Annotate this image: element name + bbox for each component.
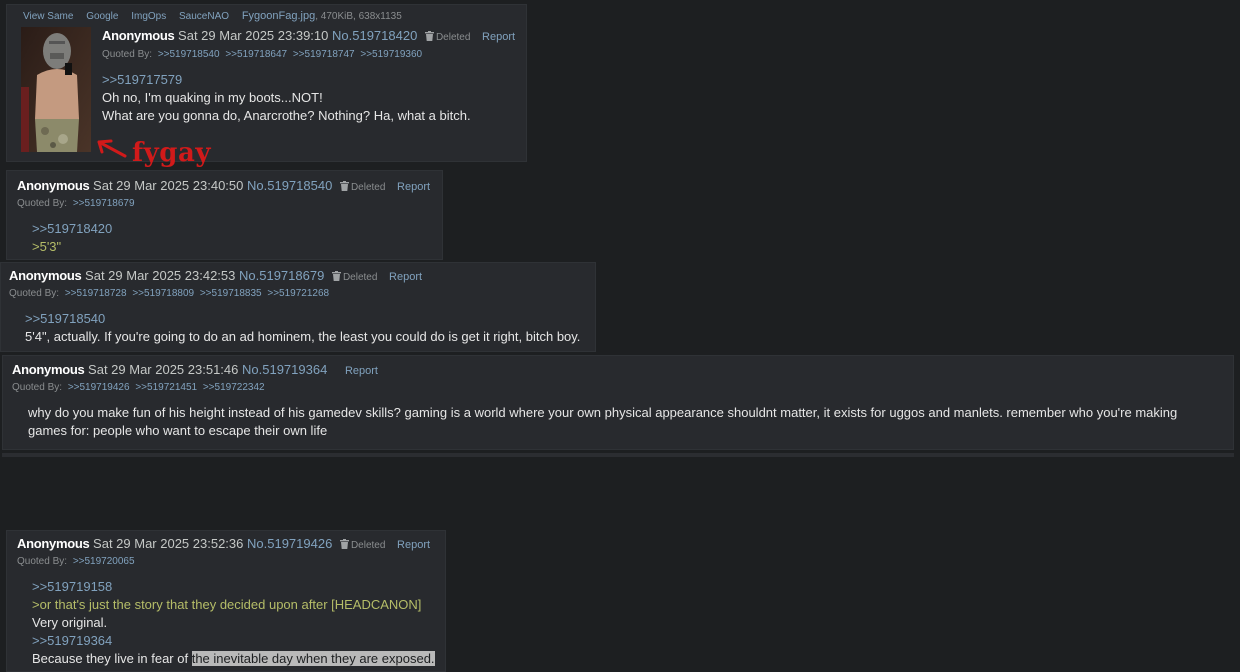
post-date: Sat 29 Mar 2025 23:52:36 bbox=[93, 536, 244, 551]
quoted-by-label: Quoted By: bbox=[17, 556, 68, 567]
post-number-link[interactable]: No.519719364 bbox=[242, 362, 327, 377]
quoted-by-label: Quoted By: bbox=[102, 49, 153, 60]
backlink[interactable]: >>519718728 bbox=[65, 288, 127, 299]
report-link[interactable]: Report bbox=[482, 31, 515, 43]
quoted-by-label: Quoted By: bbox=[17, 198, 68, 209]
post-519719426: Anonymous Sat 29 Mar 2025 23:52:36 No.51… bbox=[6, 530, 446, 672]
deleted-label: Deleted bbox=[342, 272, 378, 283]
deleted-label: Deleted bbox=[350, 182, 386, 193]
report-link[interactable]: Report bbox=[345, 365, 378, 377]
message-line: games for: people who want to escape the… bbox=[28, 423, 328, 438]
post-thumbnail[interactable] bbox=[21, 27, 91, 152]
deleted-badge: Deleted bbox=[339, 539, 386, 551]
saucenao-link[interactable]: SauceNAO bbox=[179, 11, 229, 22]
post-message: >>519719158 >or that's just the story th… bbox=[32, 578, 435, 668]
google-link[interactable]: Google bbox=[86, 11, 118, 22]
backlink[interactable]: >>519722342 bbox=[203, 382, 265, 393]
post-header: Anonymous Sat 29 Mar 2025 23:52:36 No.51… bbox=[17, 536, 430, 554]
report-link[interactable]: Report bbox=[397, 539, 430, 551]
message-text: Because they live in fear of bbox=[32, 651, 192, 666]
message-line: Because they live in fear of the inevita… bbox=[32, 650, 435, 668]
quoted-by: Quoted By: >>519718540 >>519718647 >>519… bbox=[102, 48, 422, 62]
thumbnail-image bbox=[21, 27, 91, 152]
post-message: >>519717579 Oh no, I'm quaking in my boo… bbox=[102, 71, 471, 125]
greentext-line: >5'3" bbox=[32, 239, 62, 254]
quoted-by: Quoted By: >>519718679 bbox=[17, 197, 135, 211]
trash-icon bbox=[339, 539, 349, 549]
imgops-link[interactable]: ImgOps bbox=[131, 11, 166, 22]
post-519718540: Anonymous Sat 29 Mar 2025 23:40:50 No.51… bbox=[6, 170, 443, 260]
view-same-link[interactable]: View Same bbox=[23, 11, 73, 22]
report-link[interactable]: Report bbox=[389, 271, 422, 283]
file-size-info: , 470KiB, 638x1135 bbox=[315, 11, 402, 22]
quote-link[interactable]: >>519717579 bbox=[102, 71, 471, 89]
post-519718420: View Same Google ImgOps SauceNAO FygoonF… bbox=[6, 4, 527, 162]
post-number-link[interactable]: No.519718540 bbox=[247, 178, 332, 193]
greentext-line: >or that's just the story that they deci… bbox=[32, 597, 422, 612]
poster-name: Anonymous bbox=[9, 268, 82, 283]
deleted-badge: Deleted bbox=[331, 271, 378, 283]
post-header: Anonymous Sat 29 Mar 2025 23:40:50 No.51… bbox=[17, 178, 430, 196]
post-header: Anonymous Sat 29 Mar 2025 23:39:10 No.51… bbox=[102, 28, 515, 46]
quoted-by-label: Quoted By: bbox=[9, 288, 60, 299]
thread-divider bbox=[2, 453, 1234, 457]
post-date: Sat 29 Mar 2025 23:39:10 bbox=[178, 28, 329, 43]
backlink[interactable]: >>519718809 bbox=[132, 288, 194, 299]
message-line: 5'4", actually. If you're going to do an… bbox=[25, 329, 581, 344]
backlink[interactable]: >>519718679 bbox=[73, 198, 135, 209]
poster-name: Anonymous bbox=[17, 536, 90, 551]
trash-icon bbox=[331, 271, 341, 281]
post-header: Anonymous Sat 29 Mar 2025 23:51:46 No.51… bbox=[12, 362, 378, 379]
selected-text[interactable]: the inevitable day when they are exposed… bbox=[191, 651, 435, 666]
quote-link[interactable]: >>519718540 bbox=[25, 310, 580, 328]
deleted-label: Deleted bbox=[350, 540, 386, 551]
poster-name: Anonymous bbox=[17, 178, 90, 193]
post-date: Sat 29 Mar 2025 23:51:46 bbox=[88, 362, 239, 377]
file-info-bar: View Same Google ImgOps SauceNAO FygoonF… bbox=[23, 10, 402, 22]
backlink[interactable]: >>519718647 bbox=[225, 49, 287, 60]
file-name-link[interactable]: FygoonFag.jpg bbox=[242, 10, 315, 22]
trash-icon bbox=[339, 181, 349, 191]
trash-icon bbox=[424, 31, 434, 41]
post-number-link[interactable]: No.519718679 bbox=[239, 268, 324, 283]
post-message: >>519718540 5'4", actually. If you're go… bbox=[25, 310, 580, 346]
quote-link[interactable]: >>519718420 bbox=[32, 220, 112, 238]
post-date: Sat 29 Mar 2025 23:42:53 bbox=[85, 268, 236, 283]
annotation-arrow bbox=[97, 139, 127, 158]
quoted-by: Quoted By: >>519718728 >>519718809 >>519… bbox=[9, 287, 329, 301]
message-line: What are you gonna do, Anarcrothe? Nothi… bbox=[102, 108, 471, 123]
post-519719364: Anonymous Sat 29 Mar 2025 23:51:46 No.51… bbox=[2, 355, 1234, 450]
backlink[interactable]: >>519720065 bbox=[73, 556, 135, 567]
quote-link[interactable]: >>519719364 bbox=[32, 632, 435, 650]
deleted-badge: Deleted bbox=[339, 181, 386, 193]
annotation-text: fygay bbox=[132, 138, 211, 168]
post-message: why do you make fun of his height instea… bbox=[28, 404, 1177, 440]
post-519718679: Anonymous Sat 29 Mar 2025 23:42:53 No.51… bbox=[0, 262, 596, 352]
deleted-badge: Deleted bbox=[424, 31, 471, 43]
backlink[interactable]: >>519719426 bbox=[68, 382, 130, 393]
post-date: Sat 29 Mar 2025 23:40:50 bbox=[93, 178, 244, 193]
backlink[interactable]: >>519719360 bbox=[360, 49, 422, 60]
quote-link[interactable]: >>519719158 bbox=[32, 578, 435, 596]
post-number-link[interactable]: No.519718420 bbox=[332, 28, 417, 43]
backlink[interactable]: >>519718747 bbox=[293, 49, 355, 60]
post-header: Anonymous Sat 29 Mar 2025 23:42:53 No.51… bbox=[9, 268, 422, 286]
message-line: why do you make fun of his height instea… bbox=[28, 405, 1178, 420]
quoted-by: Quoted By: >>519720065 bbox=[17, 555, 135, 569]
poster-name: Anonymous bbox=[12, 362, 85, 377]
post-number-link[interactable]: No.519719426 bbox=[247, 536, 332, 551]
report-link[interactable]: Report bbox=[397, 181, 430, 193]
poster-name: Anonymous bbox=[102, 28, 175, 43]
backlink[interactable]: >>519721268 bbox=[267, 288, 329, 299]
message-line: Oh no, I'm quaking in my boots...NOT! bbox=[102, 90, 323, 105]
deleted-label: Deleted bbox=[435, 32, 471, 43]
backlink[interactable]: >>519718540 bbox=[158, 49, 220, 60]
backlink[interactable]: >>519718835 bbox=[200, 288, 262, 299]
quoted-by-label: Quoted By: bbox=[12, 382, 63, 393]
backlink[interactable]: >>519721451 bbox=[135, 382, 197, 393]
post-message: >>519718420 >5'3" bbox=[32, 220, 112, 256]
quoted-by: Quoted By: >>519719426 >>519721451 >>519… bbox=[12, 381, 265, 395]
message-line: Very original. bbox=[32, 615, 108, 630]
